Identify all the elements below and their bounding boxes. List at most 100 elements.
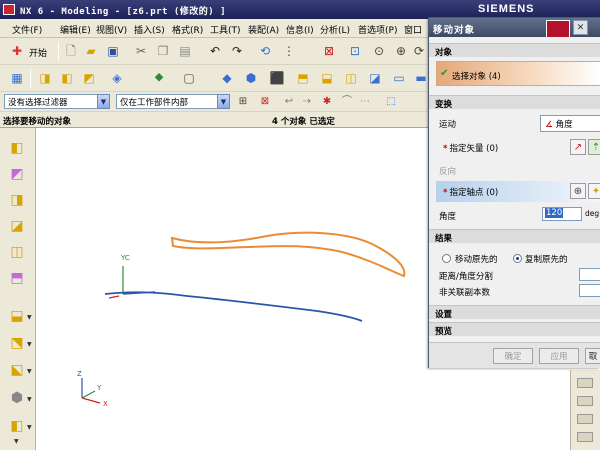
point-inference-icon[interactable]: ✦ <box>588 183 600 199</box>
angle-input[interactable]: 120 <box>542 207 582 221</box>
zoom-window-icon[interactable]: ⊡ <box>346 42 364 60</box>
vector-row[interactable]: * 指定矢量 (0) <box>443 142 498 154</box>
close-icon[interactable]: ✕ <box>573 20 588 35</box>
left-view-icon[interactable]: ◪ <box>366 69 384 87</box>
zoom-in-icon[interactable]: ⊕ <box>392 42 410 60</box>
snap-point-icon[interactable]: ⊠ <box>256 93 274 111</box>
menu-format[interactable]: 格式(R) <box>172 23 203 36</box>
apply-button[interactable]: 应用 <box>539 348 579 364</box>
snap-end-icon[interactable]: ✱ <box>318 93 336 111</box>
toolbar-icon[interactable] <box>577 378 593 388</box>
paste-icon[interactable]: ▤ <box>176 42 194 60</box>
toolbar-icon[interactable] <box>577 396 593 406</box>
type-filter-select[interactable]: 没有选择过滤器 <box>4 94 98 109</box>
arrow-icon[interactable]: ↩ <box>280 93 298 111</box>
layer-icon[interactable]: ▦ <box>8 69 26 87</box>
process-studio-icon[interactable]: ⬓ <box>7 306 27 326</box>
fit-view-icon[interactable]: ⊠ <box>320 42 338 60</box>
new-file-icon[interactable]: 🗋 <box>62 42 80 60</box>
roles-icon[interactable]: ⬕ <box>7 360 27 380</box>
menu-window[interactable]: 窗口 <box>404 23 422 36</box>
nx-start-icon[interactable]: ✚ <box>8 42 26 60</box>
general-selection-icon[interactable]: ⊞ <box>234 93 252 111</box>
menu-view[interactable]: 视图(V) <box>96 23 127 36</box>
part-navigator-icon[interactable]: ◩ <box>7 164 27 184</box>
copy-icon[interactable]: ❐ <box>154 42 172 60</box>
point-dialog-icon[interactable]: ⊕ <box>570 183 586 199</box>
distance-angle-split-input[interactable] <box>579 268 600 281</box>
rotate-view-icon[interactable]: ⟳ <box>410 42 428 60</box>
scroll-down-icon[interactable]: ▼ <box>14 438 19 445</box>
shaded-icon[interactable]: ◆ <box>218 69 236 87</box>
move-original-radio[interactable] <box>442 254 451 263</box>
save-icon[interactable]: ▣ <box>104 42 122 60</box>
constraint-navigator-icon[interactable]: ◪ <box>7 216 27 236</box>
view-icon-1[interactable]: ◨ <box>36 69 54 87</box>
render-style-icon[interactable]: ◈ <box>108 69 126 87</box>
chevron-down-icon[interactable]: ▼ <box>217 94 230 109</box>
toolbar-icon[interactable] <box>577 414 593 424</box>
copies-count-input[interactable] <box>579 284 600 297</box>
copy-original-radio[interactable] <box>513 254 522 263</box>
zoom-icon[interactable]: ⊙ <box>370 42 388 60</box>
object-group-header[interactable]: 对象 <box>429 43 600 58</box>
edit-object-icon[interactable]: ▢ <box>180 69 198 87</box>
manufacturing-wizard-icon[interactable]: ⬔ <box>7 333 27 353</box>
menu-preferences[interactable]: 首选项(P) <box>358 23 397 36</box>
pointer-options-icon[interactable]: ⋮ <box>280 42 298 60</box>
right-view-icon[interactable]: ◫ <box>342 69 360 87</box>
scope-filter-select[interactable]: 仅在工作部件内部 <box>116 94 218 109</box>
menu-tools[interactable]: 工具(T) <box>210 23 241 36</box>
cancel-button[interactable]: 取 <box>585 348 600 364</box>
result-group-header[interactable]: 结果 <box>429 229 600 244</box>
system-scenes-icon[interactable]: ⬢ <box>7 388 27 408</box>
chevron-down-icon[interactable]: ▼ <box>27 396 32 403</box>
snap-options-icon[interactable]: ⋯ <box>356 93 374 111</box>
assembly-navigator-icon[interactable]: ◧ <box>7 138 27 158</box>
menu-analysis[interactable]: 分析(L) <box>320 23 350 36</box>
menu-insert[interactable]: 插入(S) <box>134 23 165 36</box>
menu-file[interactable]: 文件(F) <box>12 23 42 36</box>
toolbar-icon[interactable] <box>577 432 593 442</box>
copy-original-label[interactable]: 复制原先的 <box>525 253 568 265</box>
view-icon-2[interactable]: ◧ <box>58 69 76 87</box>
repeat-command-icon[interactable]: ⟲ <box>256 42 274 60</box>
menu-edit[interactable]: 编辑(E) <box>60 23 91 36</box>
motion-select[interactable]: ∡ 角度 <box>540 115 600 132</box>
menu-assemblies[interactable]: 装配(A) <box>248 23 279 36</box>
select-object-row[interactable]: ✔ 选择对象 (4) <box>436 61 600 86</box>
settings-group-header[interactable]: 设置 <box>429 305 600 320</box>
front-view-icon[interactable]: ⬓ <box>318 69 336 87</box>
chevron-down-icon[interactable]: ▼ <box>27 424 32 431</box>
chevron-down-icon[interactable]: ▼ <box>27 314 32 321</box>
menu-information[interactable]: 信息(I) <box>286 23 314 36</box>
model-view-icon[interactable]: ⬚ <box>382 93 400 111</box>
shaded-edges-icon[interactable]: ⬢ <box>242 69 260 87</box>
history-palette-icon[interactable]: ◧ <box>7 416 27 436</box>
wcs-icon[interactable]: ⯁ <box>150 69 168 87</box>
start-button[interactable]: 开始 <box>29 46 47 59</box>
iso-view-icon[interactable]: ⬛ <box>268 69 286 87</box>
vector-constructor-icon[interactable]: ⇡ <box>588 139 600 155</box>
preview-group-header[interactable]: 预览 <box>429 322 600 337</box>
chevron-down-icon[interactable]: ▼ <box>27 368 32 375</box>
bottom-view-icon[interactable]: ▭ <box>390 69 408 87</box>
transform-group-header[interactable]: 变换 <box>429 95 600 110</box>
redo-icon[interactable]: ↷ <box>228 42 246 60</box>
undo-icon[interactable]: ↶ <box>206 42 224 60</box>
reuse-library-icon[interactable]: ◨ <box>7 190 27 210</box>
snap-mid-icon[interactable]: ⌒ <box>338 93 356 111</box>
view-icon-3[interactable]: ◩ <box>80 69 98 87</box>
ok-button[interactable]: 确定 <box>493 348 533 364</box>
dialog-title-bar[interactable]: 移动对象 ✕ <box>429 18 600 44</box>
top-view-icon[interactable]: ⬒ <box>294 69 312 87</box>
cut-icon[interactable]: ✂ <box>132 42 150 60</box>
history-icon[interactable]: ◫ <box>7 242 27 262</box>
chevron-down-icon[interactable]: ▼ <box>27 341 32 348</box>
move-icon[interactable]: ⇢ <box>298 93 316 111</box>
open-folder-icon[interactable]: ▰ <box>82 42 100 60</box>
chevron-down-icon[interactable]: ▼ <box>97 94 110 109</box>
vector-dialog-icon[interactable]: ↗ <box>570 139 586 155</box>
move-original-label[interactable]: 移动原先的 <box>455 253 498 265</box>
system-materials-icon[interactable]: ⬒ <box>7 268 27 288</box>
